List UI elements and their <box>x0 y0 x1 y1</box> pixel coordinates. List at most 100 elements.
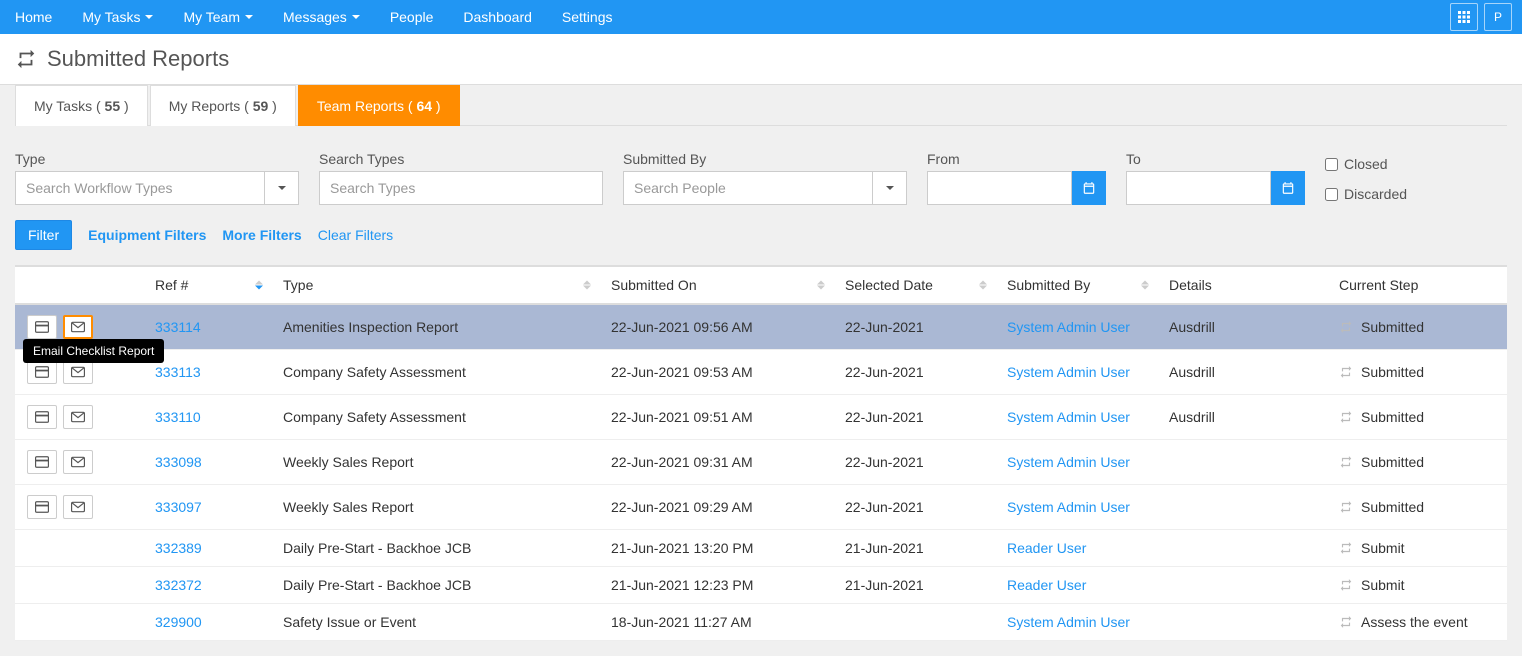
to-calendar-button[interactable] <box>1271 171 1305 205</box>
tab-mytasks-label: My Tasks <box>34 98 92 114</box>
closed-text: Closed <box>1344 156 1388 172</box>
user-menu-button[interactable]: P <box>1484 3 1512 31</box>
cell-details: Ausdrill <box>1157 395 1327 440</box>
current-step-text: Submitted <box>1361 364 1424 380</box>
email-report-button[interactable] <box>63 405 93 429</box>
closed-checkbox[interactable] <box>1325 158 1338 171</box>
apps-button[interactable] <box>1450 3 1478 31</box>
email-report-tooltip: Email Checklist Report <box>23 339 164 363</box>
grid-icon <box>1458 11 1470 23</box>
ref-link[interactable]: 333113 <box>155 364 201 380</box>
view-report-button[interactable] <box>27 315 57 339</box>
view-report-button[interactable] <box>27 360 57 384</box>
clear-filters-link[interactable]: Clear Filters <box>318 227 393 243</box>
view-report-button[interactable] <box>27 450 57 474</box>
user-link[interactable]: Reader User <box>1007 540 1086 556</box>
ref-link[interactable]: 329900 <box>155 614 202 630</box>
user-link[interactable]: System Admin User <box>1007 454 1130 470</box>
cell-submitted-on: 22-Jun-2021 09:51 AM <box>599 395 833 440</box>
cell-selected-date: 22-Jun-2021 <box>833 304 995 350</box>
col-selected-date[interactable]: Selected Date <box>833 266 995 304</box>
cell-type: Daily Pre-Start - Backhoe JCB <box>271 567 599 604</box>
report-tabs: My Tasks ( 55 ) My Reports ( 59 ) Team R… <box>15 85 1507 126</box>
to-input[interactable] <box>1126 171 1271 205</box>
ref-link[interactable]: 333097 <box>155 499 202 515</box>
discarded-checkbox[interactable] <box>1325 188 1338 201</box>
filter-action-bar: Filter Equipment Filters More Filters Cl… <box>15 220 1507 265</box>
user-link[interactable]: System Admin User <box>1007 319 1130 335</box>
nav-people[interactable]: People <box>375 0 449 34</box>
tab-teamreports-label: Team Reports <box>317 98 404 114</box>
user-link[interactable]: Reader User <box>1007 577 1086 593</box>
filter-button[interactable]: Filter <box>15 220 72 250</box>
from-input[interactable] <box>927 171 1072 205</box>
type-dropdown-button[interactable] <box>265 171 299 205</box>
cell-type: Company Safety Assessment <box>271 395 599 440</box>
table-row[interactable]: 332389Daily Pre-Start - Backhoe JCB21-Ju… <box>15 530 1507 567</box>
ref-link[interactable]: 332372 <box>155 577 202 593</box>
cell-details <box>1157 485 1327 530</box>
caret-down-icon <box>145 15 153 19</box>
view-report-button[interactable] <box>27 405 57 429</box>
closed-checkbox-label[interactable]: Closed <box>1325 156 1407 172</box>
email-report-button[interactable] <box>63 450 93 474</box>
filter-bar: Type Search Types Submitted By From <box>15 126 1507 220</box>
table-row[interactable]: 333110 Company Safety Assessment22-Jun-20… <box>15 395 1507 440</box>
submittedby-input[interactable] <box>623 171 873 205</box>
table-row[interactable]: 333097Weekly Sales Report22-Jun-2021 09:… <box>15 485 1507 530</box>
nav-messages-label: Messages <box>283 9 347 25</box>
email-report-button[interactable] <box>63 360 93 384</box>
col-type[interactable]: Type <box>271 266 599 304</box>
nav-mytasks[interactable]: My Tasks <box>67 0 168 34</box>
cell-submitted-on: 22-Jun-2021 09:53 AM <box>599 350 833 395</box>
col-ref[interactable]: Ref # <box>143 266 271 304</box>
table-row[interactable]: 333114Amenities Inspection Report22-Jun-… <box>15 304 1507 350</box>
view-report-button[interactable] <box>27 495 57 519</box>
user-link[interactable]: System Admin User <box>1007 409 1130 425</box>
to-label: To <box>1126 151 1305 167</box>
searchtypes-input[interactable] <box>319 171 603 205</box>
nav-messages[interactable]: Messages <box>268 0 375 34</box>
table-row[interactable]: 333098Weekly Sales Report22-Jun-2021 09:… <box>15 440 1507 485</box>
col-submitted-by[interactable]: Submitted By <box>995 266 1157 304</box>
col-selected-date-label: Selected Date <box>845 277 933 293</box>
cell-selected-date: 22-Jun-2021 <box>833 485 995 530</box>
nav-myteam[interactable]: My Team <box>168 0 268 34</box>
table-row[interactable]: 332372Daily Pre-Start - Backhoe JCB21-Ju… <box>15 567 1507 604</box>
more-filters-link[interactable]: More Filters <box>222 227 301 243</box>
cell-type: Daily Pre-Start - Backhoe JCB <box>271 530 599 567</box>
user-link[interactable]: System Admin User <box>1007 364 1130 380</box>
from-calendar-button[interactable] <box>1072 171 1106 205</box>
sort-icon <box>255 281 263 290</box>
user-link[interactable]: System Admin User <box>1007 614 1130 630</box>
equipment-filters-link[interactable]: Equipment Filters <box>88 227 206 243</box>
col-submitted-on[interactable]: Submitted On <box>599 266 833 304</box>
discarded-checkbox-label[interactable]: Discarded <box>1325 186 1407 202</box>
cell-type: Company Safety Assessment <box>271 350 599 395</box>
user-link[interactable]: System Admin User <box>1007 499 1130 515</box>
tab-teamreports[interactable]: Team Reports ( 64 ) <box>298 85 460 126</box>
ref-link[interactable]: 333110 <box>155 409 201 425</box>
calendar-icon <box>1281 181 1295 195</box>
nav-home[interactable]: Home <box>0 0 67 34</box>
tab-mytasks[interactable]: My Tasks ( 55 ) <box>15 85 148 126</box>
from-label: From <box>927 151 1106 167</box>
table-row[interactable]: 333113 Company Safety Assessment22-Jun-20… <box>15 350 1507 395</box>
email-report-button[interactable] <box>63 495 93 519</box>
cell-details: Ausdrill <box>1157 304 1327 350</box>
tab-myreports[interactable]: My Reports ( 59 ) <box>150 85 296 126</box>
searchtypes-label: Search Types <box>319 151 603 167</box>
submittedby-dropdown-button[interactable] <box>873 171 907 205</box>
ref-link[interactable]: 333114 <box>155 319 201 335</box>
nav-myteam-label: My Team <box>183 9 240 25</box>
nav-settings[interactable]: Settings <box>547 0 628 34</box>
retweet-icon <box>15 48 37 70</box>
type-input[interactable] <box>15 171 265 205</box>
ref-link[interactable]: 332389 <box>155 540 202 556</box>
caret-down-icon <box>886 186 894 190</box>
top-navbar: Home My Tasks My Team Messages People Da… <box>0 0 1522 34</box>
current-step-text: Submitted <box>1361 454 1424 470</box>
email-report-button[interactable] <box>63 315 93 339</box>
nav-dashboard[interactable]: Dashboard <box>448 0 547 34</box>
ref-link[interactable]: 333098 <box>155 454 202 470</box>
